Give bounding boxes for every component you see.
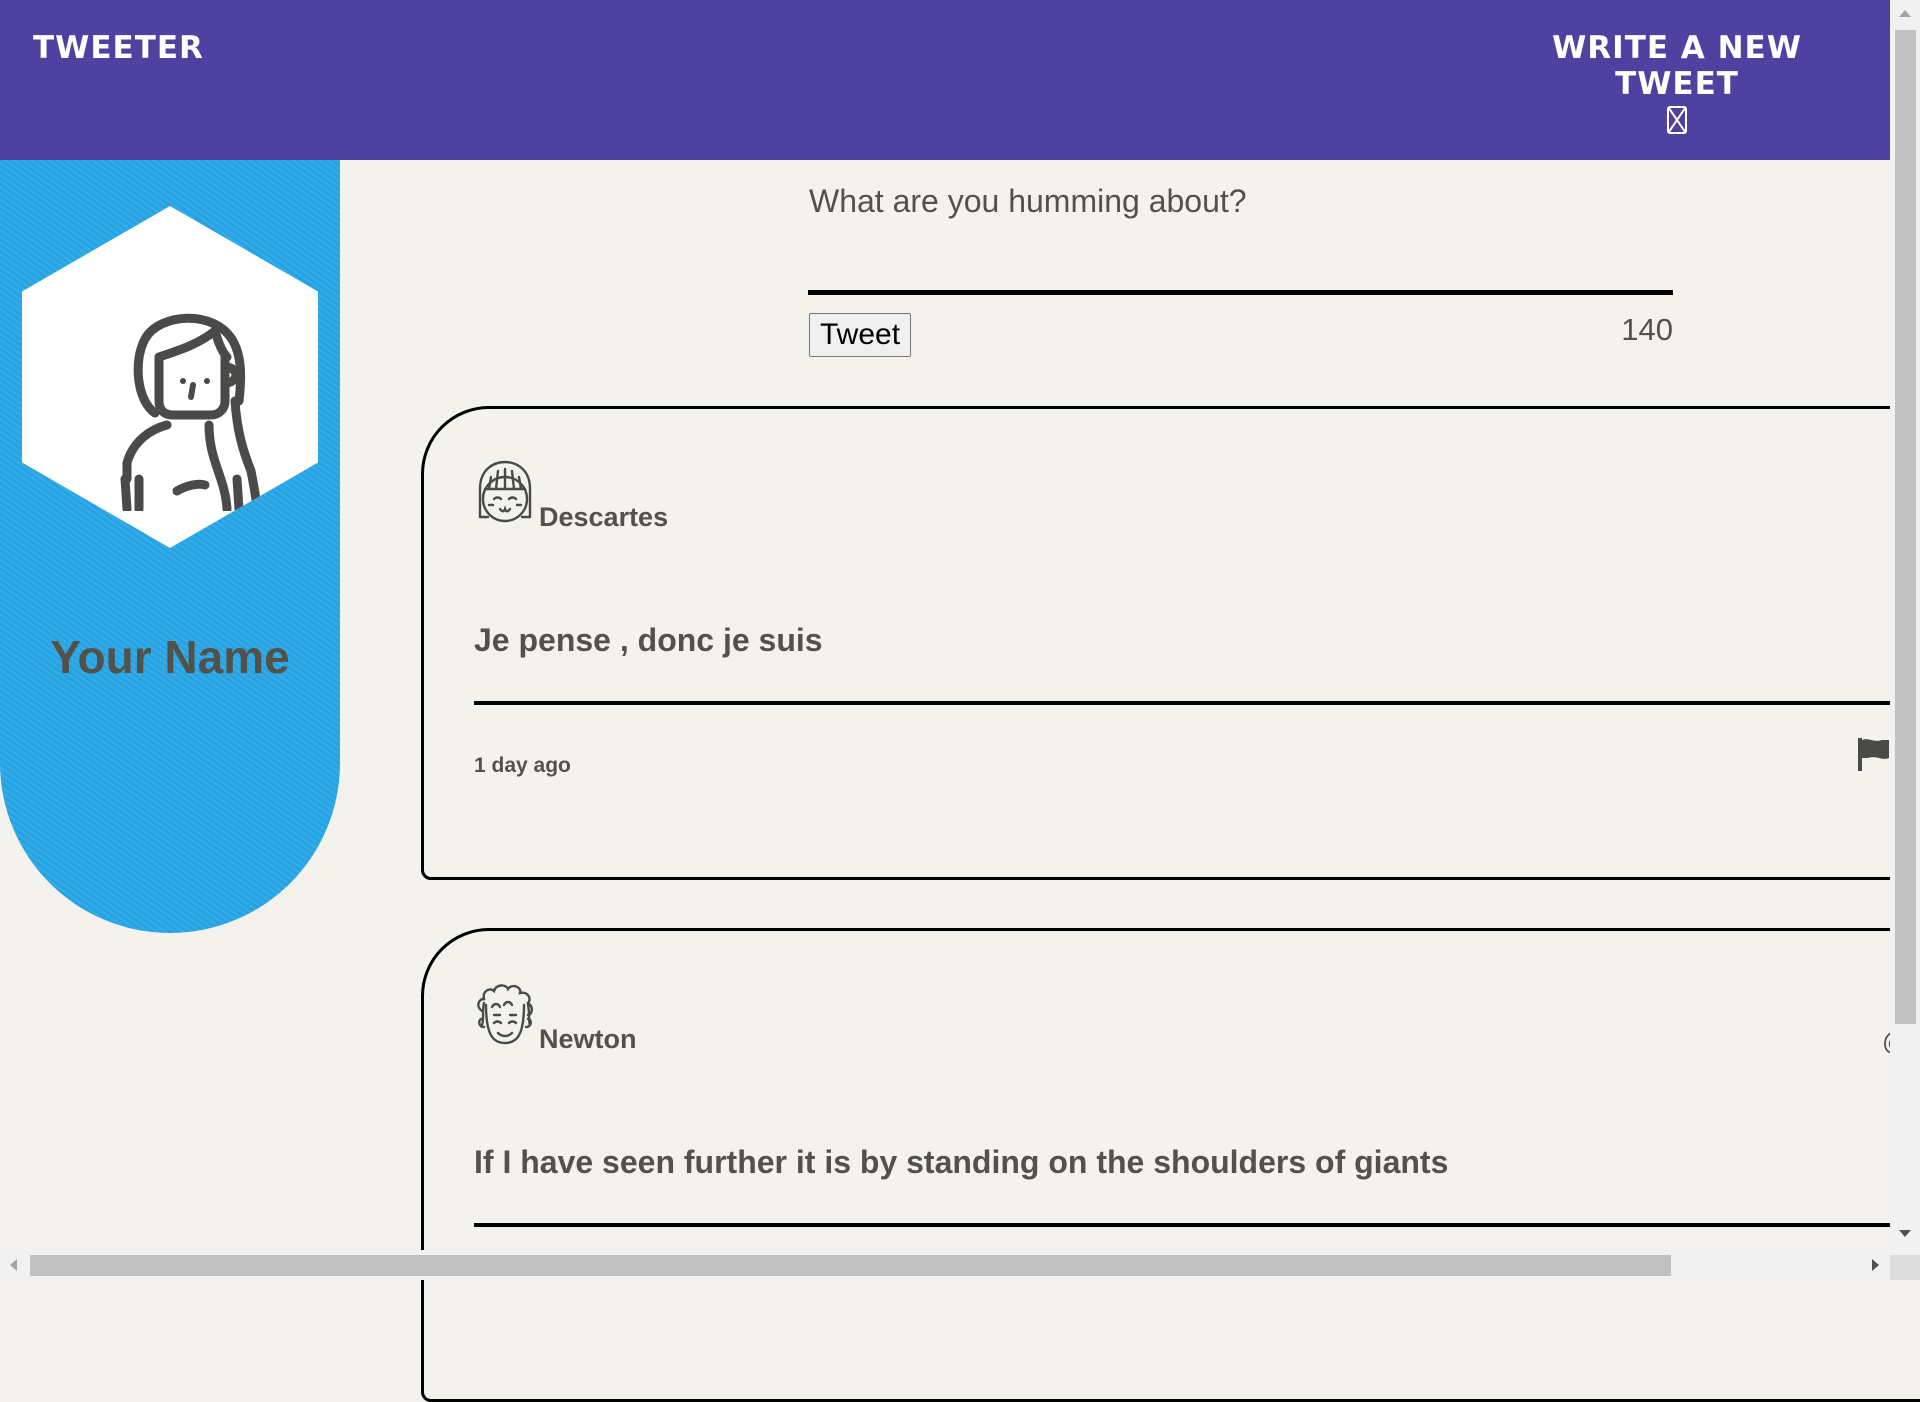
tweet-text: Je pense , donc je suis [474,622,823,658]
scroll-left-arrow-icon[interactable] [10,1259,17,1271]
brand-logo[interactable]: Tweeter [33,30,204,66]
flag-icon[interactable] [1856,736,1890,772]
write-new-tweet-label[interactable]: Write a new tweet [1497,30,1857,102]
tweet-timestamp: 1 day ago [474,754,571,777]
tweet-card: Descartes Je pense , donc je suis 1 day … [421,406,1920,880]
top-navbar: Tweeter Write a new tweet [0,0,1890,160]
scroll-up-arrow-icon[interactable] [1899,10,1911,17]
horizontal-scroll-thumb[interactable] [30,1255,1671,1276]
tweet-textarea[interactable] [808,175,1673,295]
tweet-author[interactable]: Newton [539,1024,637,1055]
scrollbar-corner [1890,1255,1920,1280]
collapse-icon[interactable] [1667,106,1687,134]
profile-card: Your Name [0,160,340,933]
tweet-text: If I have seen further it is by standing… [474,1144,1449,1180]
avatar-hexagon [22,206,318,548]
vertical-scrollbar[interactable] [1890,0,1920,1255]
girl-avatar-icon [478,460,532,523]
tweet-divider [474,701,1920,705]
horizontal-scrollbar[interactable] [0,1250,1890,1280]
female-avatar-icon [120,313,262,511]
tweet-author[interactable]: Descartes [539,502,668,533]
scroll-right-arrow-icon[interactable] [1872,1259,1879,1271]
tweet-divider [474,1223,1920,1227]
profile-name: Your Name [50,631,290,683]
write-new-tweet-toggle[interactable]: Write a new tweet [1497,30,1857,139]
scroll-down-arrow-icon[interactable] [1899,1230,1911,1237]
character-counter: 140 [1621,312,1673,347]
new-tweet-form: Tweet 140 [808,175,1673,357]
tweet-submit-button[interactable]: Tweet [809,313,912,357]
tweet-card: Newton @ If I have seen further it is by… [421,928,1920,1402]
curly-hair-avatar-icon [477,984,533,1045]
vertical-scroll-thumb[interactable] [1895,30,1916,1024]
